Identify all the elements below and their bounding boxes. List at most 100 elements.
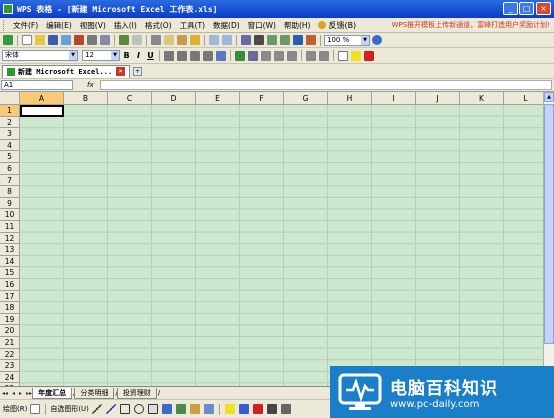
italic-button[interactable]: I: [133, 51, 144, 60]
column-header-k[interactable]: K: [460, 92, 504, 105]
row-header-9[interactable]: 9: [0, 197, 20, 210]
row-header-15[interactable]: 15: [0, 267, 20, 279]
row-header-12[interactable]: 12: [0, 232, 20, 245]
row-header-20[interactable]: 20: [0, 325, 20, 337]
active-cell[interactable]: [20, 105, 64, 117]
borders-icon[interactable]: [338, 50, 348, 61]
column-header-c[interactable]: C: [108, 92, 152, 105]
row-header-18[interactable]: 18: [0, 302, 20, 314]
minimize-button[interactable]: _: [503, 2, 518, 15]
align-left-icon[interactable]: [164, 50, 174, 61]
menu-file[interactable]: 文件(F): [9, 20, 42, 31]
row-header-2[interactable]: 2: [0, 116, 20, 129]
menu-window[interactable]: 窗口(W): [244, 20, 280, 31]
menu-tools[interactable]: 工具(T): [176, 20, 209, 31]
currency-icon[interactable]: [235, 50, 245, 61]
oval-icon[interactable]: [133, 404, 144, 414]
vertical-scrollbar[interactable]: ▲: [543, 92, 554, 386]
font-size-select[interactable]: 12 ▼: [82, 50, 120, 61]
row-header-5[interactable]: 5: [0, 151, 20, 163]
diagram-icon[interactable]: [175, 404, 186, 414]
menu-insert[interactable]: 插入(I): [110, 20, 141, 31]
increase-indent-icon[interactable]: [319, 50, 329, 61]
column-header-i[interactable]: I: [372, 92, 416, 105]
autosum-icon[interactable]: [254, 35, 264, 45]
fill-color-icon[interactable]: [351, 50, 361, 61]
column-header-e[interactable]: E: [196, 92, 240, 105]
new-tab-icon[interactable]: +: [133, 66, 143, 76]
sheet-tab-investment[interactable]: 投资理财: [116, 387, 157, 399]
row-header-8[interactable]: 8: [0, 186, 20, 198]
prev-sheet-icon[interactable]: ◂: [10, 390, 17, 397]
column-header-j[interactable]: J: [416, 92, 460, 105]
row-header-16[interactable]: 16: [0, 279, 20, 291]
spellcheck-icon[interactable]: [119, 35, 129, 45]
column-header-f[interactable]: F: [240, 92, 284, 105]
line-style-icon[interactable]: [266, 404, 277, 414]
new-icon[interactable]: [22, 35, 32, 45]
row-header-6[interactable]: 6: [0, 163, 20, 175]
close-button[interactable]: ×: [536, 2, 551, 15]
row-header-1[interactable]: 1: [0, 105, 20, 117]
column-header-a[interactable]: A: [20, 92, 64, 105]
clipart-icon[interactable]: [189, 404, 200, 414]
scroll-thumb[interactable]: [544, 104, 554, 344]
zoom-select[interactable]: 100 % ▼: [324, 34, 370, 46]
row-header-23[interactable]: 23: [0, 360, 20, 372]
format-painter-icon[interactable]: [190, 35, 200, 45]
row-header-14[interactable]: 14: [0, 255, 20, 268]
menu-edit[interactable]: 编辑(E): [42, 20, 76, 31]
picture-icon[interactable]: [203, 404, 214, 414]
row-header-19[interactable]: 19: [0, 313, 20, 326]
underline-button[interactable]: U: [145, 51, 156, 60]
hyperlink-icon[interactable]: [241, 35, 251, 45]
sheet-tab-annual-summary[interactable]: 年度汇总: [32, 387, 73, 399]
menu-data[interactable]: 数据(D): [209, 20, 244, 31]
percent-icon[interactable]: [248, 50, 258, 61]
draw-menu[interactable]: 绘图(R): [3, 404, 27, 414]
sheet-tab-category-details[interactable]: 分类明细: [74, 387, 115, 399]
select-objects-icon[interactable]: [30, 404, 41, 414]
comma-style-icon[interactable]: [261, 50, 271, 61]
rectangle-icon[interactable]: [119, 404, 130, 414]
menu-format[interactable]: 格式(O): [141, 20, 176, 31]
undo-icon[interactable]: [209, 35, 219, 45]
cut-icon[interactable]: [151, 35, 161, 45]
row-header-11[interactable]: 11: [0, 221, 20, 233]
autoshapes-menu[interactable]: 自选图形(U): [50, 404, 89, 414]
sort-asc-icon[interactable]: [267, 35, 277, 45]
print-preview-icon[interactable]: [100, 35, 110, 45]
decrease-decimal-icon[interactable]: [287, 50, 297, 61]
document-tab[interactable]: 新建 Microsoft Excel... ×: [2, 64, 131, 78]
wordart-icon[interactable]: [161, 404, 172, 414]
formula-input[interactable]: [99, 80, 552, 90]
justify-icon[interactable]: [203, 50, 213, 61]
wps-menu-icon[interactable]: [3, 35, 13, 45]
menu-view[interactable]: 视图(V): [76, 20, 110, 31]
decrease-indent-icon[interactable]: [306, 50, 316, 61]
help-icon[interactable]: [372, 35, 382, 45]
increase-decimal-icon[interactable]: [274, 50, 284, 61]
spreadsheet-grid[interactable]: ABCDEFGHIJKL 1 2 3 4 5 6 7 8 9 10 11 12 13 14 15 16 17 18…: [0, 92, 554, 386]
open-icon[interactable]: [35, 35, 45, 45]
name-box[interactable]: A1: [1, 80, 73, 90]
redo-icon[interactable]: [222, 35, 232, 45]
promo-link[interactable]: WPS推开模板上传新通道，富峰打造用户奖励计划!: [392, 20, 550, 30]
textbox-icon[interactable]: [147, 404, 158, 414]
row-header-21[interactable]: 21: [0, 337, 20, 349]
close-tab-icon[interactable]: ×: [116, 67, 126, 76]
feedback-menu[interactable]: 反馈(B): [314, 20, 360, 31]
select-all-corner[interactable]: [0, 92, 20, 105]
align-center-icon[interactable]: [177, 50, 187, 61]
chart-icon[interactable]: [293, 35, 303, 45]
maximize-button[interactable]: □: [519, 2, 534, 15]
copy-icon[interactable]: [164, 35, 174, 45]
research-icon[interactable]: [132, 35, 142, 45]
drawing-icon[interactable]: [306, 35, 316, 45]
pdf-icon[interactable]: [74, 35, 84, 45]
row-header-17[interactable]: 17: [0, 290, 20, 303]
column-header-g[interactable]: G: [284, 92, 328, 105]
line-color-icon[interactable]: [238, 404, 249, 414]
arrow-icon[interactable]: [105, 404, 116, 414]
print-icon[interactable]: [87, 35, 97, 45]
